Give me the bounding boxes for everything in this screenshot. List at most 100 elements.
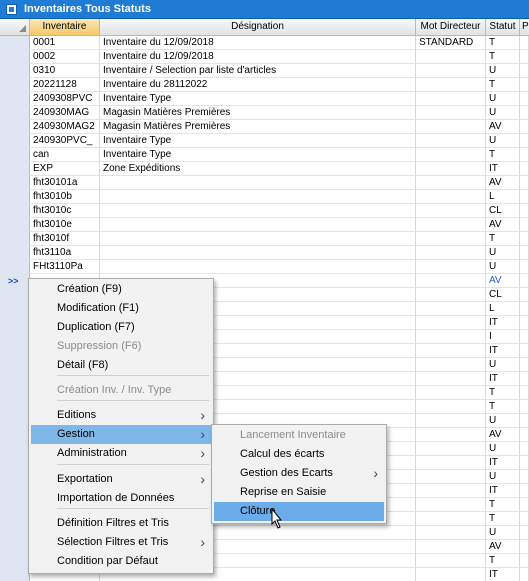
menu-item-administration[interactable]: Administration › bbox=[31, 444, 211, 463]
column-header-p[interactable]: P bbox=[520, 19, 529, 35]
column-header-mot-directeur[interactable]: Mot Directeur bbox=[416, 19, 486, 35]
cell-mot-directeur bbox=[416, 190, 486, 204]
row-header[interactable] bbox=[0, 302, 30, 316]
menu-item-definition-filtres-et-tris[interactable]: Définition Filtres et Tris bbox=[31, 514, 211, 533]
row-header[interactable] bbox=[0, 330, 30, 344]
cell-p bbox=[520, 106, 529, 120]
menu-item-cloture[interactable]: Clôture bbox=[214, 502, 384, 521]
select-all-corner[interactable] bbox=[0, 19, 30, 35]
row-header[interactable] bbox=[0, 64, 30, 78]
cell-p bbox=[520, 470, 529, 484]
table-row[interactable]: fht3010e AV bbox=[0, 218, 529, 232]
row-header[interactable] bbox=[0, 456, 30, 470]
cell-designation bbox=[100, 232, 416, 246]
row-header[interactable] bbox=[0, 120, 30, 134]
row-header[interactable] bbox=[0, 358, 30, 372]
menu-item-label: Reprise en Saisie bbox=[240, 486, 327, 498]
row-header[interactable] bbox=[0, 470, 30, 484]
table-row[interactable]: fht3010c CL bbox=[0, 204, 529, 218]
menu-item-lancement-inventaire[interactable]: Lancement Inventaire bbox=[214, 426, 384, 445]
menu-item-condition-par-defaut[interactable]: Condition par Défaut bbox=[31, 552, 211, 571]
table-row[interactable]: 240930MAG Magasin Matières Premières U bbox=[0, 106, 529, 120]
cell-statut: T bbox=[486, 148, 520, 162]
row-header[interactable] bbox=[0, 190, 30, 204]
row-header[interactable] bbox=[0, 484, 30, 498]
menu-item-exportation[interactable]: Exportation › bbox=[31, 470, 211, 489]
cell-statut: U bbox=[486, 64, 520, 78]
table-row[interactable]: EXP Zone Expéditions IT bbox=[0, 162, 529, 176]
menu-item-duplication-f7[interactable]: Duplication (F7) bbox=[31, 318, 211, 337]
row-header[interactable] bbox=[0, 442, 30, 456]
row-header[interactable] bbox=[0, 204, 30, 218]
row-header[interactable] bbox=[0, 134, 30, 148]
row-header[interactable] bbox=[0, 526, 30, 540]
row-header[interactable] bbox=[0, 386, 30, 400]
menu-item-selection-filtres-et-tris[interactable]: Sélection Filtres et Tris › bbox=[31, 533, 211, 552]
row-header[interactable] bbox=[0, 218, 30, 232]
row-header[interactable] bbox=[0, 260, 30, 274]
row-header[interactable]: >> bbox=[0, 274, 30, 288]
app-icon bbox=[6, 4, 17, 15]
column-header-inventaire[interactable]: Inventaire bbox=[30, 19, 100, 35]
menu-item-gestion[interactable]: Gestion › bbox=[31, 425, 211, 444]
row-header[interactable] bbox=[0, 554, 30, 568]
menu-separator bbox=[57, 400, 209, 401]
row-header[interactable] bbox=[0, 344, 30, 358]
row-header[interactable] bbox=[0, 512, 30, 526]
table-row[interactable]: 240930MAG2 Magasin Matières Premières AV bbox=[0, 120, 529, 134]
cell-mot-directeur bbox=[416, 92, 486, 106]
row-header[interactable] bbox=[0, 428, 30, 442]
menu-item-calcul-des-ecarts[interactable]: Calcul des écarts bbox=[214, 445, 384, 464]
cell-p bbox=[520, 232, 529, 246]
row-header[interactable] bbox=[0, 78, 30, 92]
chevron-right-icon: › bbox=[200, 471, 205, 487]
row-header[interactable] bbox=[0, 232, 30, 246]
cell-statut: T bbox=[486, 498, 520, 512]
menu-item-suppression-f6[interactable]: Suppression (F6) bbox=[31, 337, 211, 356]
table-row[interactable]: 0002 Inventaire du 12/09/2018 T bbox=[0, 50, 529, 64]
row-header[interactable] bbox=[0, 316, 30, 330]
column-header-statut[interactable]: Statut bbox=[486, 19, 520, 35]
menu-item-label: Gestion des Ecarts bbox=[240, 467, 333, 479]
column-header-designation[interactable]: Désignation bbox=[100, 19, 416, 35]
menu-item-modification-f1[interactable]: Modification (F1) bbox=[31, 299, 211, 318]
row-header[interactable] bbox=[0, 50, 30, 64]
menu-item-editions[interactable]: Editions › bbox=[31, 406, 211, 425]
row-header[interactable] bbox=[0, 106, 30, 120]
row-header[interactable] bbox=[0, 498, 30, 512]
table-row[interactable]: 0310 Inventaire / Selection par liste d'a… bbox=[0, 64, 529, 78]
row-header[interactable] bbox=[0, 414, 30, 428]
row-header[interactable] bbox=[0, 400, 30, 414]
table-row[interactable]: 0001 Inventaire du 12/09/2018 STANDARD T bbox=[0, 36, 529, 50]
menu-item-detail-f8[interactable]: Détail (F8) bbox=[31, 356, 211, 375]
row-header[interactable] bbox=[0, 568, 30, 581]
menu-item-reprise-en-saisie[interactable]: Reprise en Saisie bbox=[214, 483, 384, 502]
cell-mot-directeur bbox=[416, 316, 486, 330]
menu-item-creation-f9[interactable]: Création (F9) bbox=[31, 280, 211, 299]
table-row[interactable]: fht30101a AV bbox=[0, 176, 529, 190]
table-row[interactable]: can Inventaire Type T bbox=[0, 148, 529, 162]
row-header[interactable] bbox=[0, 372, 30, 386]
row-header[interactable] bbox=[0, 176, 30, 190]
row-header[interactable] bbox=[0, 540, 30, 554]
row-header[interactable] bbox=[0, 246, 30, 260]
table-row[interactable]: 2409308PVC Inventaire Type U bbox=[0, 92, 529, 106]
cell-mot-directeur bbox=[416, 456, 486, 470]
cell-statut: U bbox=[486, 414, 520, 428]
table-row[interactable]: FHt3110Pa U bbox=[0, 260, 529, 274]
table-row[interactable]: fht3010b L bbox=[0, 190, 529, 204]
row-header[interactable] bbox=[0, 288, 30, 302]
window-title-bar[interactable]: Inventaires Tous Statuts bbox=[0, 0, 529, 19]
cell-mot-directeur bbox=[416, 386, 486, 400]
menu-item-creation-inv-inv-type[interactable]: Création Inv. / Inv. Type bbox=[31, 381, 211, 400]
row-header[interactable] bbox=[0, 148, 30, 162]
table-row[interactable]: 240930PVC_ Inventaire Type U bbox=[0, 134, 529, 148]
row-header[interactable] bbox=[0, 36, 30, 50]
row-header[interactable] bbox=[0, 92, 30, 106]
table-row[interactable]: 20221128 Inventaire du 28112022 T bbox=[0, 78, 529, 92]
table-row[interactable]: fht3110a U bbox=[0, 246, 529, 260]
menu-item-importation-de-donnees[interactable]: Importation de Données bbox=[31, 489, 211, 508]
table-row[interactable]: fht3010f T bbox=[0, 232, 529, 246]
menu-item-gestion-des-ecarts[interactable]: Gestion des Ecarts › bbox=[214, 464, 384, 483]
row-header[interactable] bbox=[0, 162, 30, 176]
